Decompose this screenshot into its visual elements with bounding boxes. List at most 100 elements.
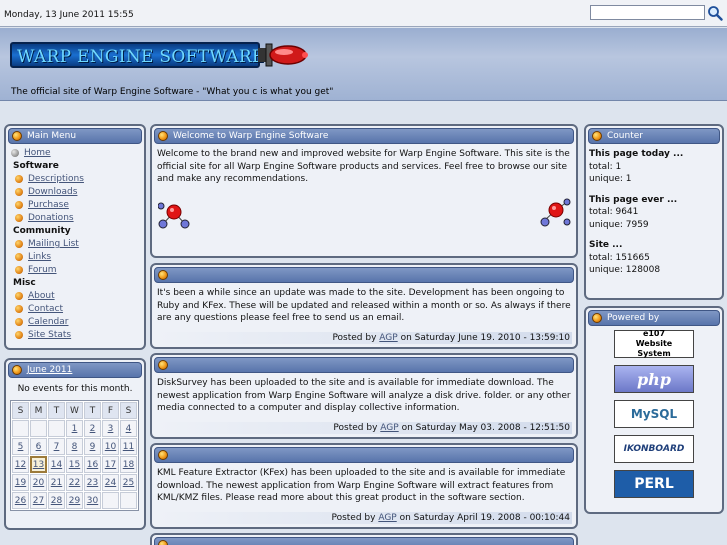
calendar-day[interactable]: 27 xyxy=(30,492,47,509)
menu-item-downloads[interactable]: Downloads xyxy=(8,186,142,199)
counter-body: This page today ... total: 1 unique: 1 T… xyxy=(586,144,722,281)
menu-item-about[interactable]: About xyxy=(8,290,142,303)
calendar-day[interactable]: 29 xyxy=(66,492,83,509)
news-posted-by: Posted by AGP on Saturday May 03. 2008 -… xyxy=(156,422,572,434)
author-link[interactable]: AGP xyxy=(380,423,398,433)
menu-item-home[interactable]: Home xyxy=(8,147,142,160)
php-badge[interactable]: php xyxy=(614,365,694,393)
calendar-day[interactable]: 2 xyxy=(84,420,101,437)
menu-link[interactable]: Forum xyxy=(28,265,57,275)
menu-link[interactable]: Purchase xyxy=(28,200,69,210)
calendar-day[interactable]: 8 xyxy=(66,438,83,455)
counter-ever-heading: This page ever ... xyxy=(589,194,678,205)
menu-link[interactable]: Mailing List xyxy=(28,239,79,249)
menu-item-descriptions[interactable]: Descriptions xyxy=(8,173,142,186)
top-bar: Monday, 13 June 2011 15:55 xyxy=(0,0,727,27)
calendar-weekday: T xyxy=(48,402,65,419)
counter-site-total: total: 151665 xyxy=(589,252,650,263)
calendar-day[interactable]: 22 xyxy=(66,474,83,491)
calendar-day[interactable]: 26 xyxy=(12,492,29,509)
e107-badge[interactable]: e107 Website System xyxy=(614,329,694,358)
calendar-day[interactable]: 28 xyxy=(48,492,65,509)
menu-heading: Software xyxy=(13,161,59,171)
calendar-day[interactable]: 6 xyxy=(30,438,47,455)
calendar-empty-cell xyxy=(120,492,137,509)
calendar-day[interactable]: 21 xyxy=(48,474,65,491)
calendar-day[interactable]: 30 xyxy=(84,492,101,509)
mysql-badge[interactable]: MySQL xyxy=(614,400,694,428)
e107-badge-label: e107 Website System xyxy=(635,329,673,358)
menu-item-software: Software xyxy=(8,160,142,173)
calendar-empty-cell xyxy=(48,420,65,437)
calendar-day[interactable]: 9 xyxy=(84,438,101,455)
news-header xyxy=(154,357,574,373)
menu-heading: Community xyxy=(13,226,71,236)
counter-today-heading: This page today ... xyxy=(589,149,684,159)
calendar-day[interactable]: 7 xyxy=(48,438,65,455)
menu-link[interactable]: Contact xyxy=(28,304,63,314)
menu-link[interactable]: About xyxy=(28,291,55,301)
bullet-icon xyxy=(15,175,23,183)
posted-prefix: Posted by xyxy=(332,333,377,343)
ikonboard-badge[interactable]: IKONBOARD xyxy=(614,435,694,463)
perl-badge-label: PERL xyxy=(634,476,674,492)
calendar-day[interactable]: 1 xyxy=(66,420,83,437)
menu-item-links[interactable]: Links xyxy=(8,251,142,264)
menu-link[interactable]: Site Stats xyxy=(28,330,71,340)
menu-link[interactable]: Home xyxy=(24,148,51,158)
calendar-day[interactable]: 19 xyxy=(12,474,29,491)
calendar-day[interactable]: 5 xyxy=(12,438,29,455)
menu-item-donations[interactable]: Donations xyxy=(8,212,142,225)
calendar-day[interactable]: 18 xyxy=(120,456,137,473)
welcome-text: Welcome to the brand new and improved we… xyxy=(157,149,570,184)
counter-title: Counter xyxy=(607,131,643,141)
calendar-day[interactable]: 10 xyxy=(102,438,119,455)
calendar-day[interactable]: 24 xyxy=(102,474,119,491)
menu-item-community: Community xyxy=(8,225,142,238)
calendar-empty-cell xyxy=(12,420,29,437)
menu-link[interactable]: Downloads xyxy=(28,187,77,197)
menu-item-site-stats[interactable]: Site Stats xyxy=(8,329,142,342)
calendar-day[interactable]: 13 xyxy=(30,456,47,473)
bullet-icon xyxy=(15,214,23,222)
calendar-day[interactable]: 11 xyxy=(120,438,137,455)
perl-badge[interactable]: PERL xyxy=(614,470,694,498)
calendar-weekday: S xyxy=(120,402,137,419)
menu-item-mailing-list[interactable]: Mailing List xyxy=(8,238,142,251)
menu-item-purchase[interactable]: Purchase xyxy=(8,199,142,212)
calendar-day[interactable]: 23 xyxy=(84,474,101,491)
author-link[interactable]: AGP xyxy=(378,513,396,523)
menu-item-forum[interactable]: Forum xyxy=(8,264,142,277)
calendar-day[interactable]: 12 xyxy=(12,456,29,473)
menu-link[interactable]: Calendar xyxy=(28,317,68,327)
calendar-weekday: S xyxy=(12,402,29,419)
orange-ball-icon xyxy=(158,131,168,141)
calendar-day[interactable]: 4 xyxy=(120,420,137,437)
calendar-day[interactable]: 17 xyxy=(102,456,119,473)
calendar-day[interactable]: 14 xyxy=(48,456,65,473)
calendar-day[interactable]: 3 xyxy=(102,420,119,437)
author-link[interactable]: AGP xyxy=(379,333,397,343)
calendar-day[interactable]: 25 xyxy=(120,474,137,491)
menu-item-contact[interactable]: Contact xyxy=(8,303,142,316)
menu-link[interactable]: Links xyxy=(28,252,51,262)
molecule-icon xyxy=(540,198,571,227)
site-logo[interactable]: WARP ENGINE SOFTWARE xyxy=(10,38,310,72)
calendar-no-events: No events for this month. xyxy=(17,384,133,394)
calendar-day[interactable]: 20 xyxy=(30,474,47,491)
bullet-icon xyxy=(15,305,23,313)
posted-date: on Saturday June 19. 2010 - 13:59:10 xyxy=(400,333,570,343)
news-item xyxy=(150,533,578,545)
search-icon[interactable] xyxy=(707,5,723,21)
news-text: It's been a while since an update was ma… xyxy=(157,288,571,323)
logo-bar: WARP ENGINE SOFTWARE xyxy=(10,42,264,68)
menu-item-calendar[interactable]: Calendar xyxy=(8,316,142,329)
menu-link[interactable]: Donations xyxy=(28,213,74,223)
search-input[interactable] xyxy=(590,5,705,20)
calendar-month-link[interactable]: June 2011 xyxy=(27,365,72,375)
calendar-weekday: M xyxy=(30,402,47,419)
menu-link[interactable]: Descriptions xyxy=(28,174,84,184)
orange-ball-icon xyxy=(12,131,22,141)
calendar-day[interactable]: 15 xyxy=(66,456,83,473)
calendar-day[interactable]: 16 xyxy=(84,456,101,473)
